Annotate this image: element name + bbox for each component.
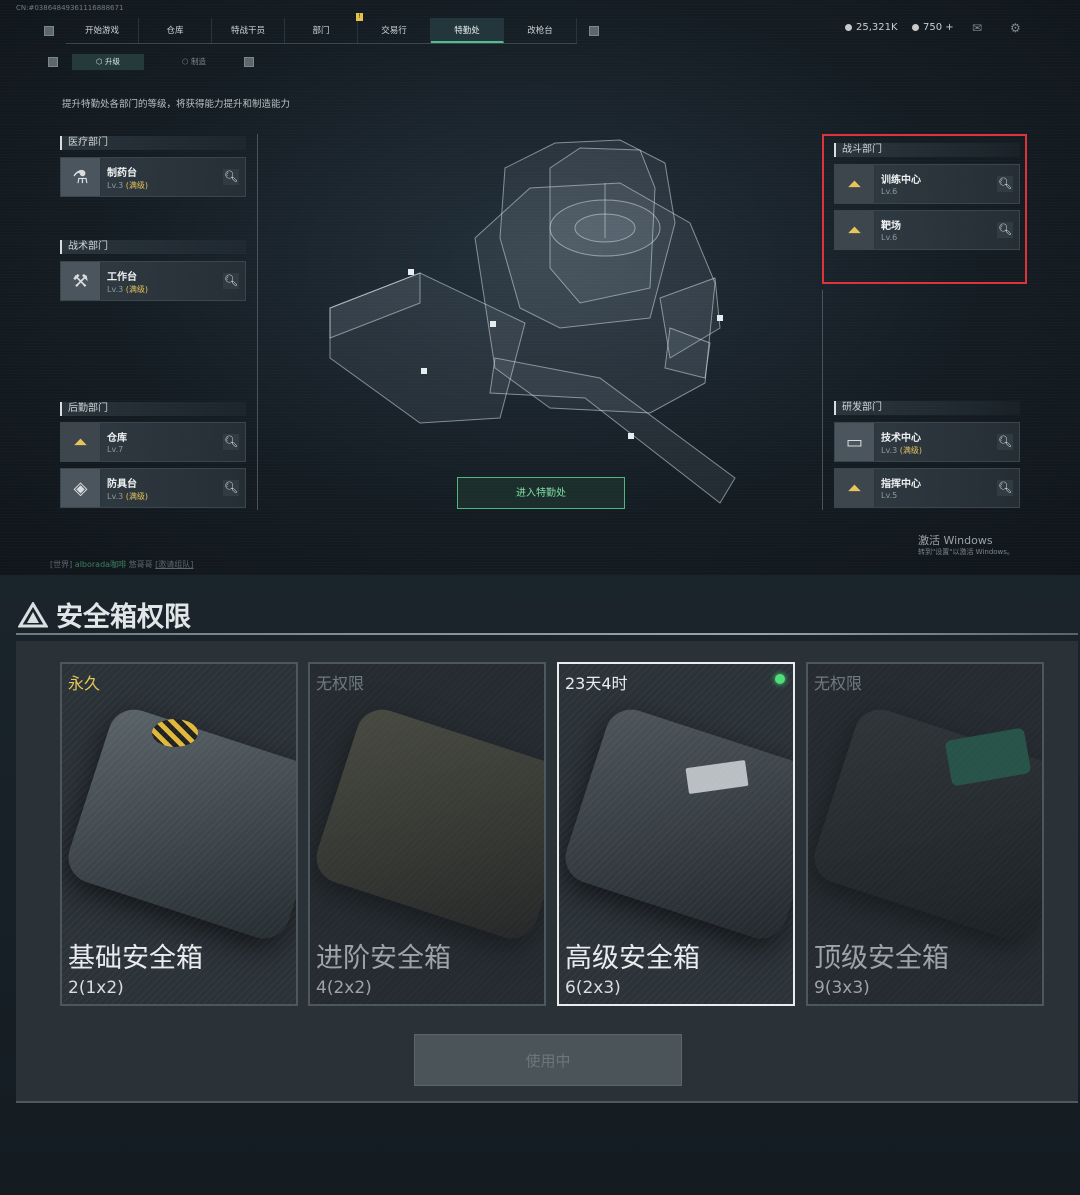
safebox-status: 无权限 (316, 674, 365, 693)
tab-operators[interactable]: 特战干员 (212, 18, 285, 43)
search-icon[interactable]: 🔍︎ (997, 434, 1013, 450)
divider (257, 134, 258, 510)
subtab-next-icon[interactable] (244, 57, 254, 67)
tab-special-ops[interactable]: 特勤处 (431, 18, 504, 43)
safebox-size: 6(2x3) (565, 978, 621, 998)
search-icon[interactable]: 🔍︎ (223, 169, 239, 185)
safebox-name: 进阶安全箱 (316, 943, 451, 974)
tab-warehouse[interactable]: 仓库 (139, 18, 212, 43)
safebox-card-basic[interactable]: 永久 基础安全箱 2(1x2) (60, 662, 298, 1006)
title-divider (16, 633, 1078, 635)
safebox-card-premium[interactable]: 23天4时 高级安全箱 6(2x3) (557, 662, 795, 1006)
tab-start-game[interactable]: 开始游戏 (66, 18, 139, 43)
hammer-wrench-icon: ⚒ (61, 262, 101, 300)
premium-balance[interactable]: 750 + (912, 22, 954, 33)
enter-special-ops-button[interactable]: 进入特勤处 (457, 477, 625, 509)
safebox-title: 安全箱权限 (18, 595, 191, 634)
safebox-name: 基础安全箱 (68, 943, 203, 974)
chevron-rank-icon: ⏶ (835, 469, 875, 507)
tab-trade[interactable]: 交易行! (356, 13, 431, 43)
safebox-name: 高级安全箱 (565, 943, 700, 974)
tab-upgrade[interactable]: ⬡ 升级 (72, 54, 144, 70)
safebox-status: 无权限 (814, 674, 863, 693)
facility-card-warehouse[interactable]: ⏶ 仓库 Lv.7 🔍︎ (60, 422, 246, 462)
dept-logistics-label: 后勤部门 (60, 402, 246, 416)
windows-activation-notice: 激活 Windows (918, 534, 993, 547)
page-description: 提升特勤处各部门的等级，将获得能力提升和制造能力 (62, 99, 291, 110)
special-ops-building-model[interactable] (320, 128, 740, 518)
safebox-size: 2(1x2) (68, 978, 124, 998)
dept-tactical-label: 战术部门 (60, 240, 246, 254)
computer-icon: ▭ (835, 423, 875, 461)
user-id: CN:#03864849361116888671 (16, 4, 124, 12)
safebox-status: 23天4时 (565, 674, 628, 693)
cubes-icon: ◈ (61, 469, 101, 507)
nav-prev-icon[interactable] (44, 26, 54, 36)
tab-department[interactable]: 部门 (285, 18, 358, 43)
chat-line: [世界] alborada咖啡 悠哥哥 [邀请组队] (50, 560, 194, 569)
mail-icon[interactable]: ✉ (972, 22, 986, 34)
safebox-card-top[interactable]: 无权限 顶级安全箱 9(3x3) (806, 662, 1044, 1006)
facility-card-tech-center[interactable]: ▭ 技术中心 Lv.3 (满级) 🔍︎ (834, 422, 1020, 462)
subtab-prev-icon[interactable] (48, 57, 58, 67)
notification-badge: ! (356, 13, 363, 21)
coin-icon (845, 24, 852, 31)
windows-activation-hint: 转到"设置"以激活 Windows。 (918, 548, 1014, 556)
nav-tabs: 开始游戏 仓库 特战干员 部门 交易行! 特勤处 改枪台 (66, 13, 577, 44)
facility-card-armor-bench[interactable]: ◈ 防具台 Lv.3 (满级) 🔍︎ (60, 468, 246, 508)
in-use-button[interactable]: 使用中 (414, 1034, 682, 1086)
microscope-icon: ⚗ (61, 158, 101, 196)
highlight-box (822, 134, 1027, 284)
search-icon[interactable]: 🔍︎ (223, 434, 239, 450)
gear-icon[interactable]: ⚙ (1010, 22, 1024, 34)
special-ops-screen: CN:#03864849361116888671 开始游戏 仓库 特战干员 部门… (0, 0, 1080, 575)
active-indicator-dot (775, 674, 785, 684)
safebox-permissions-panel: 安全箱权限 永久 基础安全箱 2(1x2) 无权限 进阶安全箱 4(2x2) 2… (0, 575, 1080, 1195)
facility-card-command-center[interactable]: ⏶ 指挥中心 Lv.5 🔍︎ (834, 468, 1020, 508)
safebox-size: 4(2x2) (316, 978, 372, 998)
facility-card-pharmacy[interactable]: ⚗ 制药台 Lv.3 (满级) 🔍︎ (60, 157, 246, 197)
search-icon[interactable]: 🔍︎ (223, 273, 239, 289)
facility-card-workbench[interactable]: ⚒ 工作台 Lv.3 (满级) 🔍︎ (60, 261, 246, 301)
warning-triangle-logo-icon (18, 601, 48, 627)
search-icon[interactable]: 🔍︎ (997, 480, 1013, 496)
safebox-card-advanced[interactable]: 无权限 进阶安全箱 4(2x2) (308, 662, 546, 1006)
safebox-name: 顶级安全箱 (814, 943, 949, 974)
dept-medical-label: 医疗部门 (60, 136, 246, 150)
main-nav: 开始游戏 仓库 特战干员 部门 交易行! 特勤处 改枪台 (40, 13, 610, 44)
premium-coin-icon (912, 24, 919, 31)
nav-next-icon[interactable] (589, 26, 599, 36)
divider (822, 290, 823, 510)
safebox-size: 9(3x3) (814, 978, 870, 998)
coin-balance: 25,321K (845, 22, 898, 33)
sub-tabs: ⬡ 升级 ⬡ 制造 (48, 54, 254, 70)
search-icon[interactable]: 🔍︎ (223, 480, 239, 496)
chevron-rank-icon: ⏶ (61, 423, 101, 461)
safebox-status: 永久 (68, 674, 101, 693)
tab-gunsmith[interactable]: 改枪台 (504, 18, 577, 43)
tab-craft[interactable]: ⬡ 制造 (158, 54, 230, 70)
dept-research-label: 研发部门 (834, 401, 1020, 415)
